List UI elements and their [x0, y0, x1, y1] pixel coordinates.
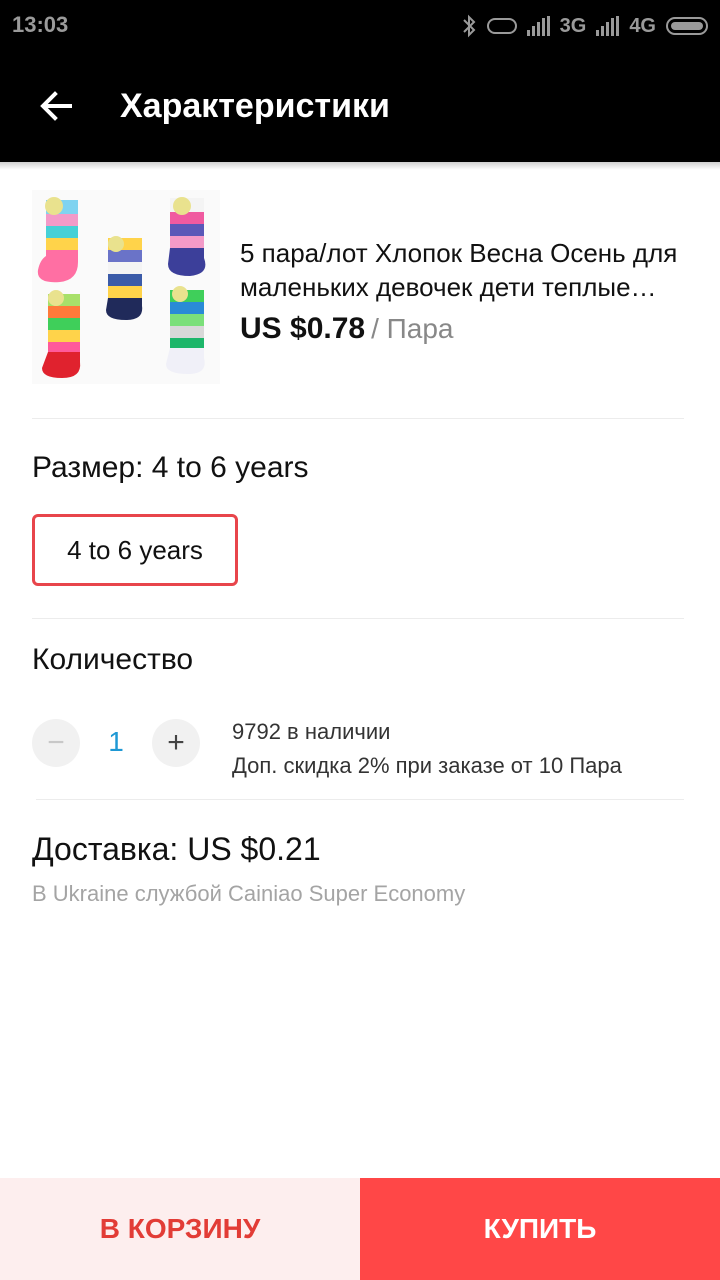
network-3g: 3G — [559, 14, 587, 37]
shipping-method[interactable]: В Ukraine службой Cainiao Super Economy — [32, 880, 465, 908]
divider — [36, 799, 684, 800]
divider — [32, 618, 684, 619]
buy-now-button[interactable]: КУПИТЬ — [360, 1178, 720, 1280]
signal-icon — [596, 16, 620, 36]
product-title: 5 пара/лот Хлопок Весна Осень для малень… — [240, 238, 678, 302]
product-price-row: US $0.78/ Пара — [240, 310, 454, 348]
status-time: 13:03 — [12, 12, 69, 37]
battery-icon — [666, 17, 708, 35]
size-label: Размер: 4 to 6 years — [32, 451, 309, 484]
striped-socks-image — [37, 197, 206, 378]
minus-icon[interactable]: − — [32, 719, 80, 767]
vibrate-icon — [486, 18, 517, 34]
quantity-label: Количество — [32, 643, 194, 676]
shipping-price: Доставка: US $0.21 — [32, 831, 321, 867]
arrow-back-icon[interactable] — [36, 86, 76, 126]
signal-icon — [526, 16, 550, 36]
network-4g: 4G — [629, 14, 656, 37]
plus-icon[interactable]: + — [152, 719, 200, 767]
status-bar: 13:03 3G 4G — [0, 0, 720, 52]
product-price: US $0.78 — [240, 312, 366, 345]
add-to-cart-button[interactable]: В КОРЗИНУ — [0, 1178, 360, 1280]
quantity-value[interactable]: 1 — [92, 726, 140, 758]
price-unit: / Пара — [371, 313, 454, 344]
bluetooth-icon — [462, 14, 476, 38]
bulk-discount: Доп. скидка 2% при заказе от 10 Пара — [232, 753, 622, 778]
page-title: Характеристики — [120, 87, 390, 125]
app-bar: Характеристики — [0, 52, 720, 162]
stock-count: 9792 в наличии — [232, 719, 391, 744]
divider — [32, 418, 684, 419]
status-icons: 3G 4G — [461, 12, 708, 40]
product-image — [32, 190, 220, 384]
app-bar-shadow — [0, 162, 720, 170]
size-option-selected[interactable]: 4 to 6 years — [32, 514, 238, 586]
